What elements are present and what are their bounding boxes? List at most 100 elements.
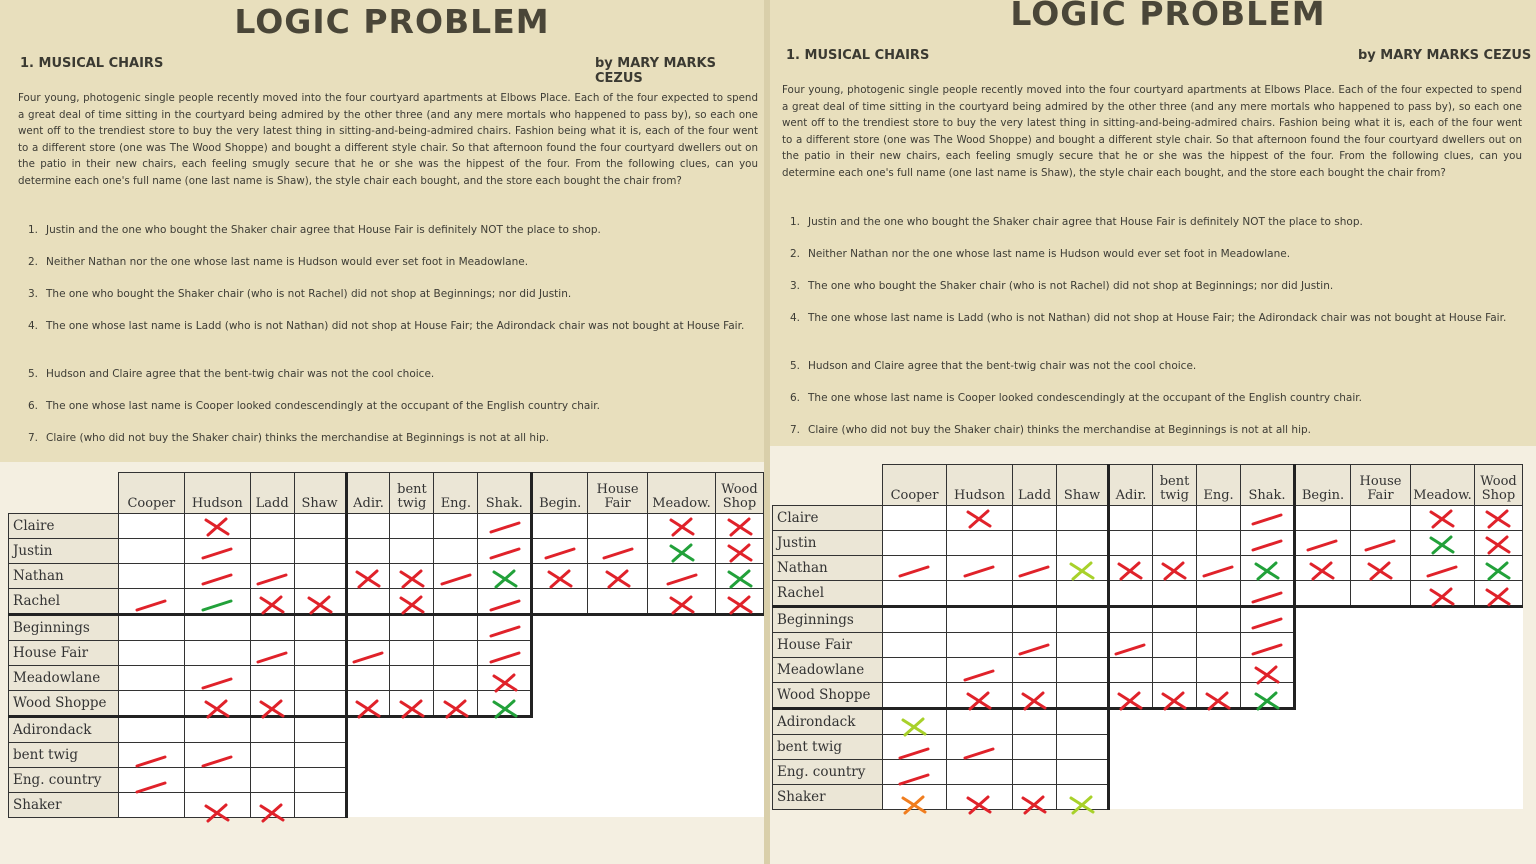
grid-cell[interactable]: [117, 562, 185, 589]
grid-cell[interactable]: [183, 639, 251, 666]
grid-cell[interactable]: [1152, 631, 1197, 658]
grid-cell[interactable]: [433, 689, 479, 718]
grid-cell[interactable]: [433, 512, 479, 539]
grid-cell[interactable]: [1056, 758, 1110, 785]
grid-cell[interactable]: [389, 512, 435, 539]
grid-cell[interactable]: [946, 681, 1013, 710]
grid-cell[interactable]: [433, 639, 479, 666]
grid-cell[interactable]: [1240, 631, 1296, 658]
grid-cell[interactable]: [946, 631, 1013, 658]
grid-cell[interactable]: [433, 562, 479, 589]
grid-cell[interactable]: [1474, 529, 1523, 556]
grid-cell[interactable]: [1240, 681, 1296, 710]
grid-cell[interactable]: [1474, 504, 1523, 531]
grid-cell[interactable]: [1056, 529, 1109, 556]
grid-cell[interactable]: [344, 537, 391, 564]
grid-cell[interactable]: [344, 664, 391, 691]
grid-cell[interactable]: [1107, 681, 1153, 710]
grid-cell[interactable]: [1056, 681, 1109, 710]
grid-cell[interactable]: [1410, 529, 1475, 556]
grid-cell[interactable]: [117, 715, 185, 743]
grid-cell[interactable]: [1350, 529, 1411, 556]
grid-cell[interactable]: [647, 512, 716, 539]
grid-cell[interactable]: [117, 639, 185, 666]
grid-cell[interactable]: [344, 689, 391, 718]
grid-cell[interactable]: [249, 587, 295, 616]
grid-cell[interactable]: [882, 681, 947, 710]
grid-cell[interactable]: [477, 664, 534, 691]
grid-cell[interactable]: [1056, 579, 1109, 608]
grid-cell[interactable]: [1056, 656, 1109, 683]
grid-cell[interactable]: [117, 791, 185, 818]
grid-cell[interactable]: [1350, 579, 1411, 608]
grid-cell[interactable]: [1012, 605, 1057, 633]
grid-cell[interactable]: [477, 587, 533, 616]
grid-cell[interactable]: [882, 554, 947, 581]
grid-cell[interactable]: [714, 537, 764, 564]
grid-cell[interactable]: [344, 639, 391, 666]
grid-cell[interactable]: [1196, 656, 1241, 683]
grid-cell[interactable]: [293, 537, 347, 564]
grid-cell[interactable]: [433, 664, 479, 691]
grid-cell[interactable]: [183, 766, 251, 793]
grid-cell[interactable]: [249, 741, 295, 768]
grid-cell[interactable]: [249, 715, 295, 743]
grid-cell[interactable]: [1293, 554, 1351, 581]
grid-cell[interactable]: [1196, 681, 1241, 710]
grid-cell[interactable]: [183, 537, 251, 564]
grid-cell[interactable]: [433, 587, 479, 616]
grid-cell[interactable]: [1240, 605, 1296, 633]
grid-cell[interactable]: [293, 791, 348, 818]
grid-cell[interactable]: [477, 562, 533, 589]
grid-cell[interactable]: [1152, 554, 1197, 581]
grid-cell[interactable]: [293, 587, 347, 616]
grid-cell[interactable]: [293, 689, 347, 718]
grid-cell[interactable]: [1152, 656, 1197, 683]
grid-cell[interactable]: [882, 758, 947, 785]
grid-cell[interactable]: [477, 613, 534, 641]
grid-cell[interactable]: [946, 504, 1013, 531]
grid-cell[interactable]: [882, 707, 947, 735]
grid-cell[interactable]: [882, 656, 947, 683]
grid-cell[interactable]: [183, 613, 251, 641]
grid-cell[interactable]: [946, 783, 1013, 810]
grid-cell[interactable]: [389, 613, 435, 641]
grid-cell[interactable]: [344, 587, 391, 616]
grid-cell[interactable]: [183, 741, 251, 768]
grid-cell[interactable]: [530, 587, 589, 616]
grid-cell[interactable]: [183, 791, 251, 818]
grid-cell[interactable]: [1012, 758, 1057, 785]
grid-cell[interactable]: [183, 587, 251, 616]
grid-cell[interactable]: [293, 562, 347, 589]
grid-cell[interactable]: [249, 562, 295, 589]
grid-cell[interactable]: [1107, 631, 1153, 658]
grid-cell[interactable]: [389, 587, 435, 616]
grid-cell[interactable]: [1196, 605, 1241, 633]
grid-cell[interactable]: [477, 639, 534, 666]
grid-cell[interactable]: [946, 758, 1013, 785]
grid-cell[interactable]: [293, 512, 347, 539]
grid-cell[interactable]: [1107, 554, 1153, 581]
grid-cell[interactable]: [1056, 733, 1110, 760]
grid-cell[interactable]: [882, 504, 947, 531]
grid-cell[interactable]: [344, 562, 391, 589]
grid-cell[interactable]: [1196, 529, 1241, 556]
grid-cell[interactable]: [1410, 579, 1475, 608]
grid-cell[interactable]: [1012, 579, 1057, 608]
grid-cell[interactable]: [1410, 504, 1475, 531]
grid-cell[interactable]: [293, 766, 348, 793]
grid-cell[interactable]: [389, 562, 435, 589]
grid-cell[interactable]: [1240, 656, 1296, 683]
grid-cell[interactable]: [249, 512, 295, 539]
grid-cell[interactable]: [1056, 504, 1109, 531]
grid-cell[interactable]: [293, 664, 347, 691]
grid-cell[interactable]: [183, 562, 251, 589]
grid-cell[interactable]: [117, 587, 185, 616]
grid-cell[interactable]: [1012, 681, 1057, 710]
grid-cell[interactable]: [1107, 529, 1153, 556]
grid-cell[interactable]: [477, 689, 534, 718]
grid-cell[interactable]: [1152, 605, 1197, 633]
grid-cell[interactable]: [389, 689, 435, 718]
grid-cell[interactable]: [1196, 504, 1241, 531]
grid-cell[interactable]: [1152, 529, 1197, 556]
